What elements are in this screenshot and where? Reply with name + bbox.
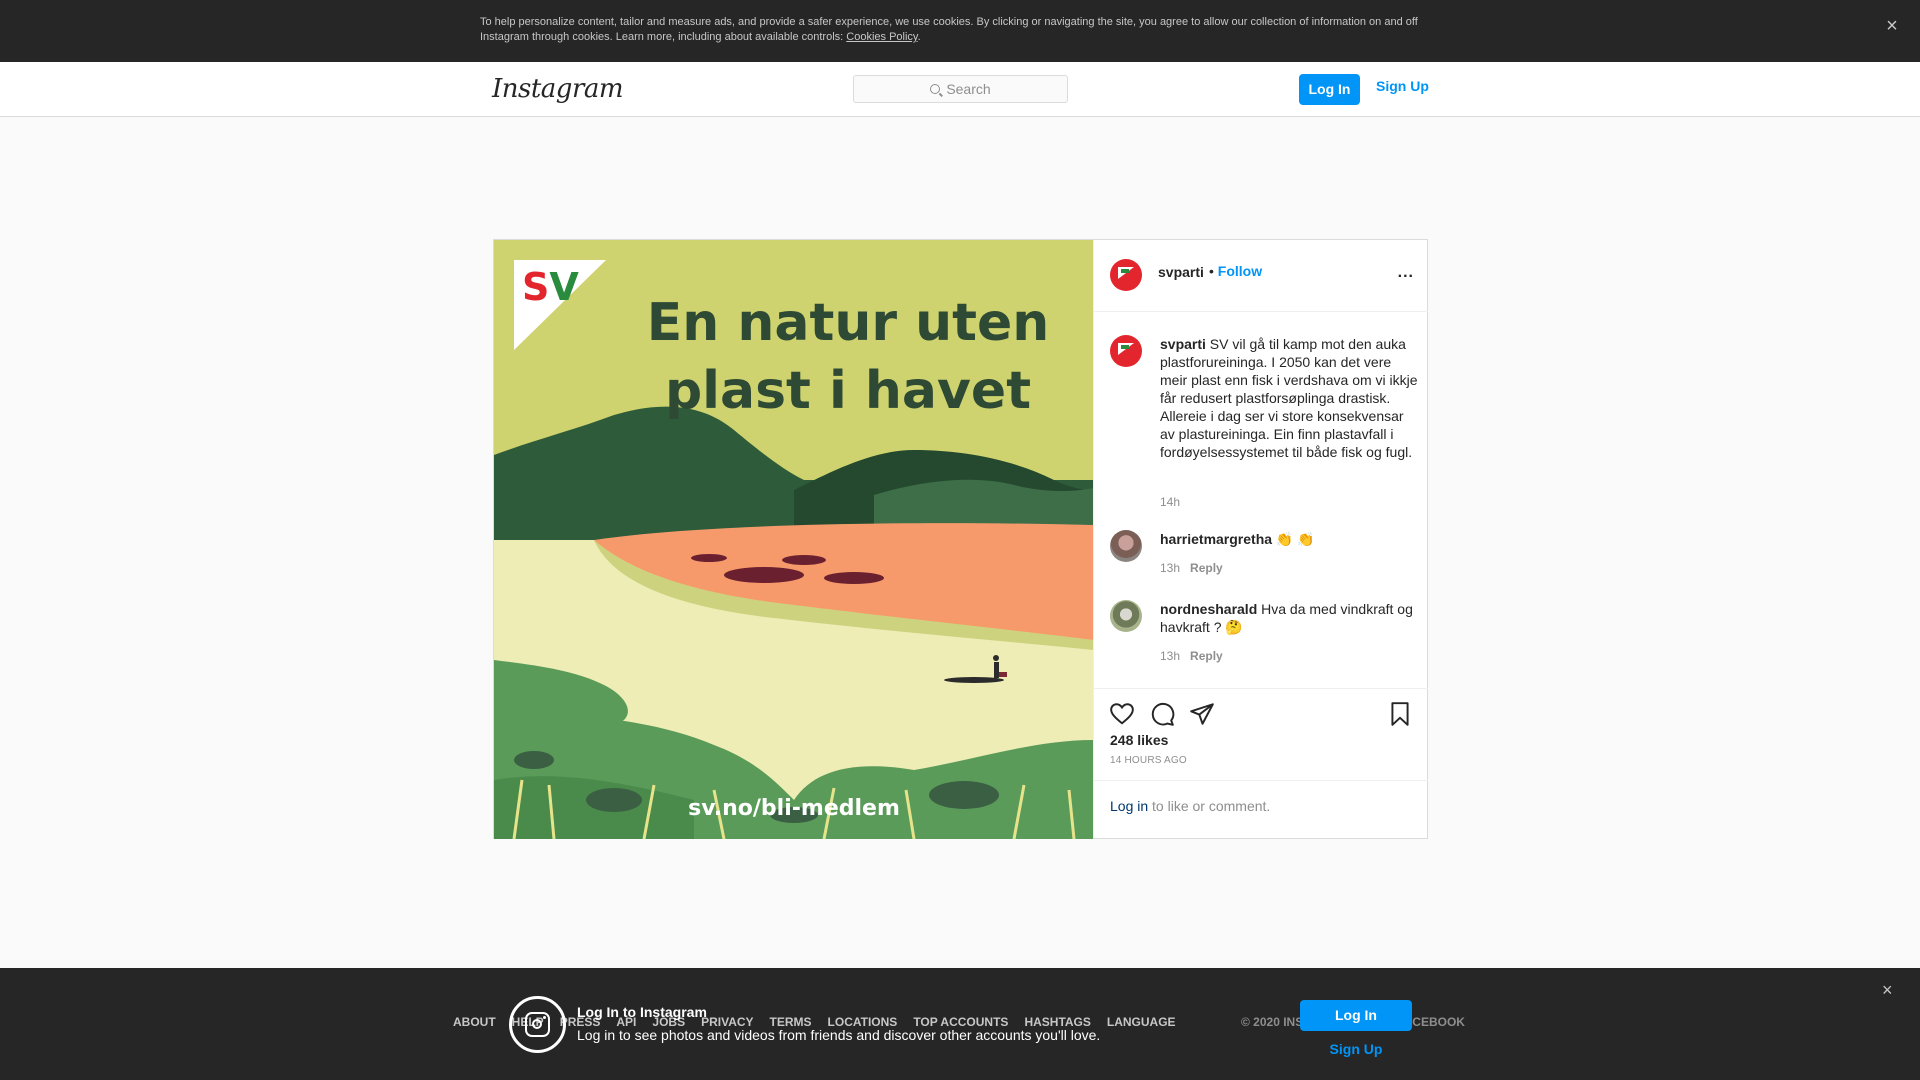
comment-username[interactable]: harrietmargretha xyxy=(1160,531,1272,547)
timestamp: 14h xyxy=(1160,495,1181,509)
more-options-icon[interactable]: ... xyxy=(1398,264,1414,282)
reply-button[interactable]: Reply xyxy=(1190,561,1223,575)
heart-icon[interactable] xyxy=(1109,701,1135,727)
banner-login-button[interactable]: Log In xyxy=(1300,1000,1412,1031)
top-nav: Instagram Search Log In Sign Up xyxy=(0,62,1920,117)
author-username[interactable]: svparti xyxy=(1158,264,1204,280)
follow-button[interactable]: Follow xyxy=(1218,263,1262,279)
bookmark-icon[interactable] xyxy=(1387,701,1413,727)
caption-username[interactable]: svparti xyxy=(1160,336,1206,352)
close-icon[interactable]: × xyxy=(1880,14,1904,38)
banner-signup-link[interactable]: Sign Up xyxy=(1300,1041,1412,1057)
timestamp: 13h xyxy=(1160,649,1181,663)
login-link[interactable]: Log in xyxy=(1110,798,1148,814)
footer-link-about[interactable]: ABOUT xyxy=(453,1015,496,1029)
banner-title: Log In to Instagram xyxy=(577,1004,707,1020)
search-input[interactable]: Search xyxy=(853,75,1068,103)
instagram-glyph-icon xyxy=(509,996,566,1053)
avatar[interactable] xyxy=(1110,335,1142,367)
instagram-logo[interactable]: Instagram xyxy=(492,74,624,104)
follow-group: • Follow xyxy=(1209,263,1263,279)
avatar[interactable] xyxy=(1110,259,1142,291)
post-sidebar: svparti • Follow ... svparti SV vil gå t… xyxy=(1093,240,1428,838)
banner-subtitle: Log in to see photos and videos from fri… xyxy=(577,1027,1101,1043)
reply-button[interactable]: Reply xyxy=(1190,649,1223,663)
cookie-text: To help personalize content, tailor and … xyxy=(480,16,1418,43)
cookies-policy-link[interactable]: Cookies Policy xyxy=(846,31,917,43)
membership-url: sv.no/bli-medlem xyxy=(688,796,900,821)
post-card: SV En natur uten plast i havet sv.no/bli… xyxy=(493,239,1428,839)
timestamp: 13h xyxy=(1160,561,1181,575)
bottom-login-banner: ABOUT HELP PRESS API JOBS PRIVACY TERMS … xyxy=(0,968,1920,1080)
post-timestamp[interactable]: 14 HOURS AGO xyxy=(1110,755,1187,766)
headline-line-2: plast i havet xyxy=(665,361,1031,421)
login-prompt: Log in to like or comment. xyxy=(1094,780,1428,838)
sv-logo-text: SV xyxy=(522,265,579,309)
caption-text: svparti SV vil gå til kamp mot den auka … xyxy=(1160,336,1418,460)
search-placeholder: Search xyxy=(946,81,991,97)
post-header: svparti • Follow ... xyxy=(1094,240,1428,312)
like-count[interactable]: 248 likes xyxy=(1110,732,1168,748)
comment-text: nordnesharald Hva da med vindkraft og ha… xyxy=(1160,601,1413,635)
search-icon xyxy=(930,84,941,94)
login-button[interactable]: Log In xyxy=(1299,74,1360,105)
comment-text: harrietmargretha 👏 👏 xyxy=(1160,531,1315,547)
post-illustration: SV En natur uten plast i havet sv.no/bli… xyxy=(494,240,1093,839)
close-icon[interactable]: × xyxy=(1882,980,1893,1001)
comment-username[interactable]: nordnesharald xyxy=(1160,601,1257,617)
post-image[interactable]: SV En natur uten plast i havet sv.no/bli… xyxy=(494,240,1093,839)
avatar[interactable] xyxy=(1110,530,1142,562)
footer-link-language[interactable]: LANGUAGE xyxy=(1107,1015,1176,1029)
avatar[interactable] xyxy=(1110,600,1142,632)
comment-meta: 13h Reply xyxy=(1160,649,1233,663)
headline-line-1: En natur uten xyxy=(647,293,1050,353)
signup-link[interactable]: Sign Up xyxy=(1376,78,1429,94)
comment-meta: 13h Reply xyxy=(1160,561,1233,575)
cookie-banner: To help personalize content, tailor and … xyxy=(0,0,1920,62)
caption-meta: 14h xyxy=(1160,495,1190,509)
post-actions: 248 likes 14 HOURS AGO Log in to like or… xyxy=(1094,688,1428,838)
share-icon[interactable] xyxy=(1189,701,1215,727)
comment-icon[interactable] xyxy=(1149,701,1175,727)
comments-list: svparti SV vil gå til kamp mot den auka … xyxy=(1094,313,1428,673)
